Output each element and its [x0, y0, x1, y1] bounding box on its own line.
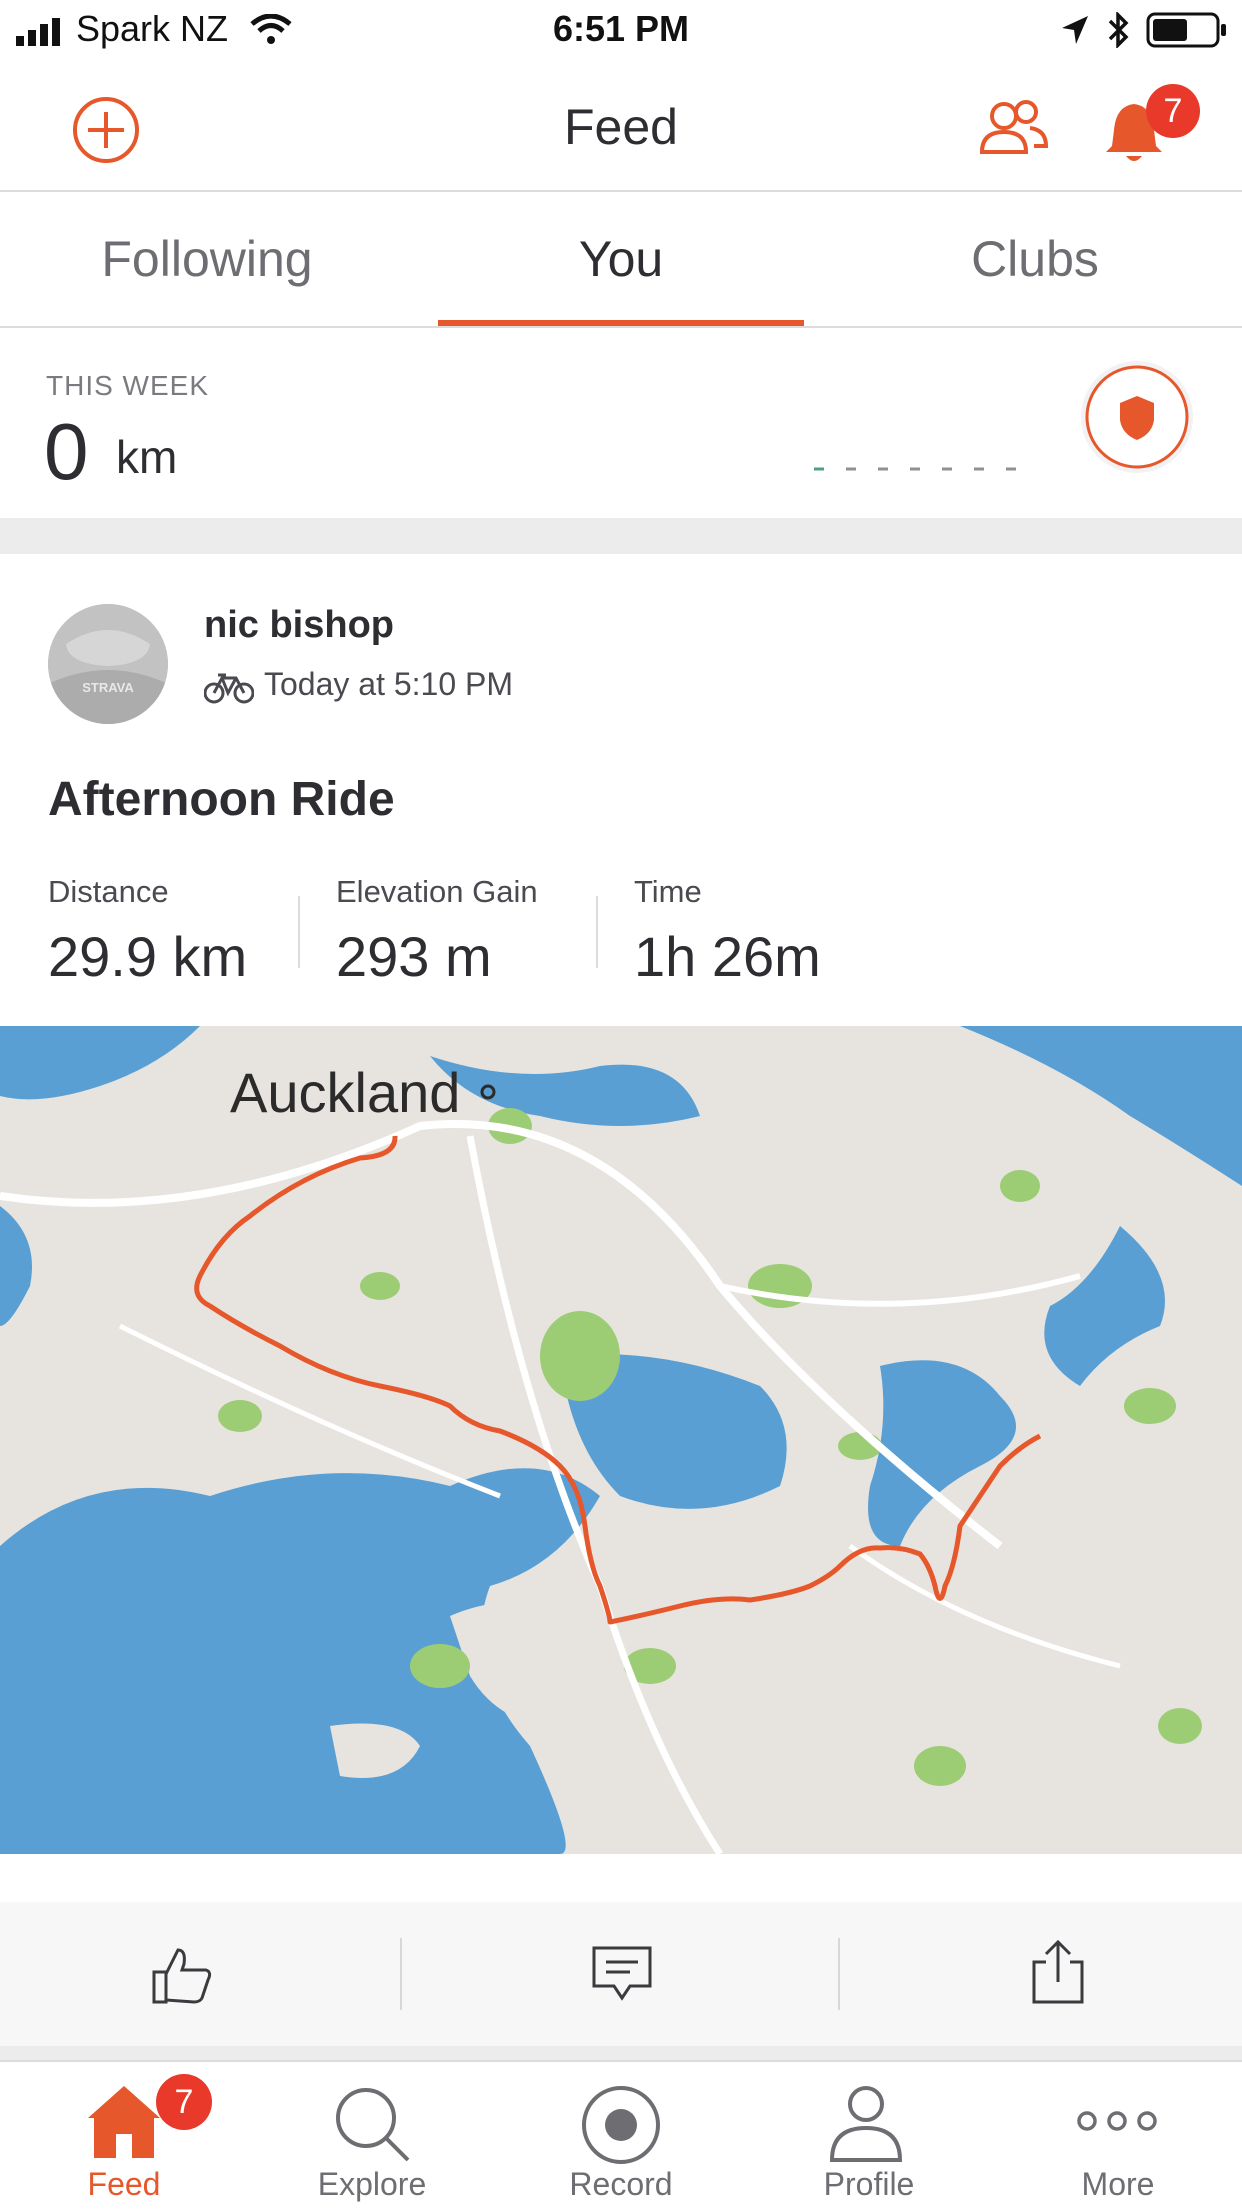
stat-divider — [596, 896, 598, 968]
app-header: Feed 7 — [0, 60, 1242, 192]
week-progress-dashes — [814, 467, 1016, 471]
more-icon[interactable] — [1072, 2106, 1162, 2136]
bike-icon — [204, 673, 254, 704]
week-unit: km — [116, 431, 178, 483]
shield-icon[interactable] — [1078, 358, 1196, 476]
map-canvas — [0, 1026, 1242, 1854]
avatar-text: STRAVA — [82, 680, 134, 695]
stat-label-elevation: Elevation Gain — [336, 874, 538, 909]
record-icon[interactable] — [580, 2084, 662, 2166]
activity-actions — [0, 1902, 1242, 2046]
map-city-label: Auckland — [230, 1061, 461, 1124]
feed-tabs: Following You Clubs — [0, 192, 1242, 328]
stat-divider — [298, 896, 300, 968]
feed-badge: 7 — [156, 2074, 212, 2130]
nav-feed-label[interactable]: Feed — [0, 2166, 248, 2203]
kudos-thumbs-up-icon[interactable] — [150, 1942, 214, 2006]
action-divider — [838, 1938, 840, 2010]
share-icon[interactable] — [1030, 1938, 1086, 2006]
nav-more-label[interactable]: More — [994, 2166, 1242, 2203]
stat-label-time: Time — [634, 874, 702, 909]
week-distance: 0 — [44, 407, 89, 496]
notification-badge: 7 — [1146, 84, 1200, 138]
home-icon[interactable] — [84, 2082, 164, 2162]
status-time: 6:51 PM — [552, 8, 690, 49]
avatar[interactable]: STRAVA — [48, 604, 168, 724]
bluetooth-icon — [1108, 12, 1129, 48]
tab-clubs[interactable]: Clubs — [828, 192, 1242, 326]
route-map[interactable] — [0, 1026, 1242, 1854]
search-icon[interactable] — [332, 2084, 412, 2164]
profile-icon[interactable] — [826, 2084, 906, 2164]
tab-following[interactable]: Following — [0, 192, 414, 326]
tab-you[interactable]: You — [414, 192, 828, 326]
week-label: THIS WEEK — [46, 370, 210, 401]
section-divider — [0, 518, 1242, 554]
stat-label-distance: Distance — [48, 874, 169, 909]
active-tab-indicator — [438, 320, 804, 326]
athlete-name[interactable]: nic bishop — [204, 604, 394, 647]
stat-value-distance: 29.9 km — [48, 925, 248, 988]
card-spacer — [0, 1854, 1242, 1902]
section-divider — [0, 2046, 1242, 2060]
activity-time: Today at 5:10 PM — [264, 666, 514, 702]
nav-profile-label[interactable]: Profile — [745, 2166, 993, 2203]
nav-explore-label[interactable]: Explore — [248, 2166, 496, 2203]
action-divider — [400, 1938, 402, 2010]
page-title: Feed — [564, 99, 678, 155]
battery-icon — [1146, 12, 1226, 48]
find-friends-icon[interactable] — [978, 98, 1050, 158]
activity-title[interactable]: Afternoon Ride — [48, 772, 395, 827]
status-bar: Spark NZ 6:51 PM — [0, 0, 1242, 60]
location-arrow-icon — [1062, 16, 1088, 44]
nav-record-label[interactable]: Record — [497, 2166, 745, 2203]
stat-value-time: 1h 26m — [634, 925, 821, 988]
weekly-summary[interactable]: THIS WEEK 0 km — [0, 328, 1242, 518]
comment-icon[interactable] — [590, 1944, 654, 2004]
stat-value-elevation: 293 m — [336, 925, 492, 988]
